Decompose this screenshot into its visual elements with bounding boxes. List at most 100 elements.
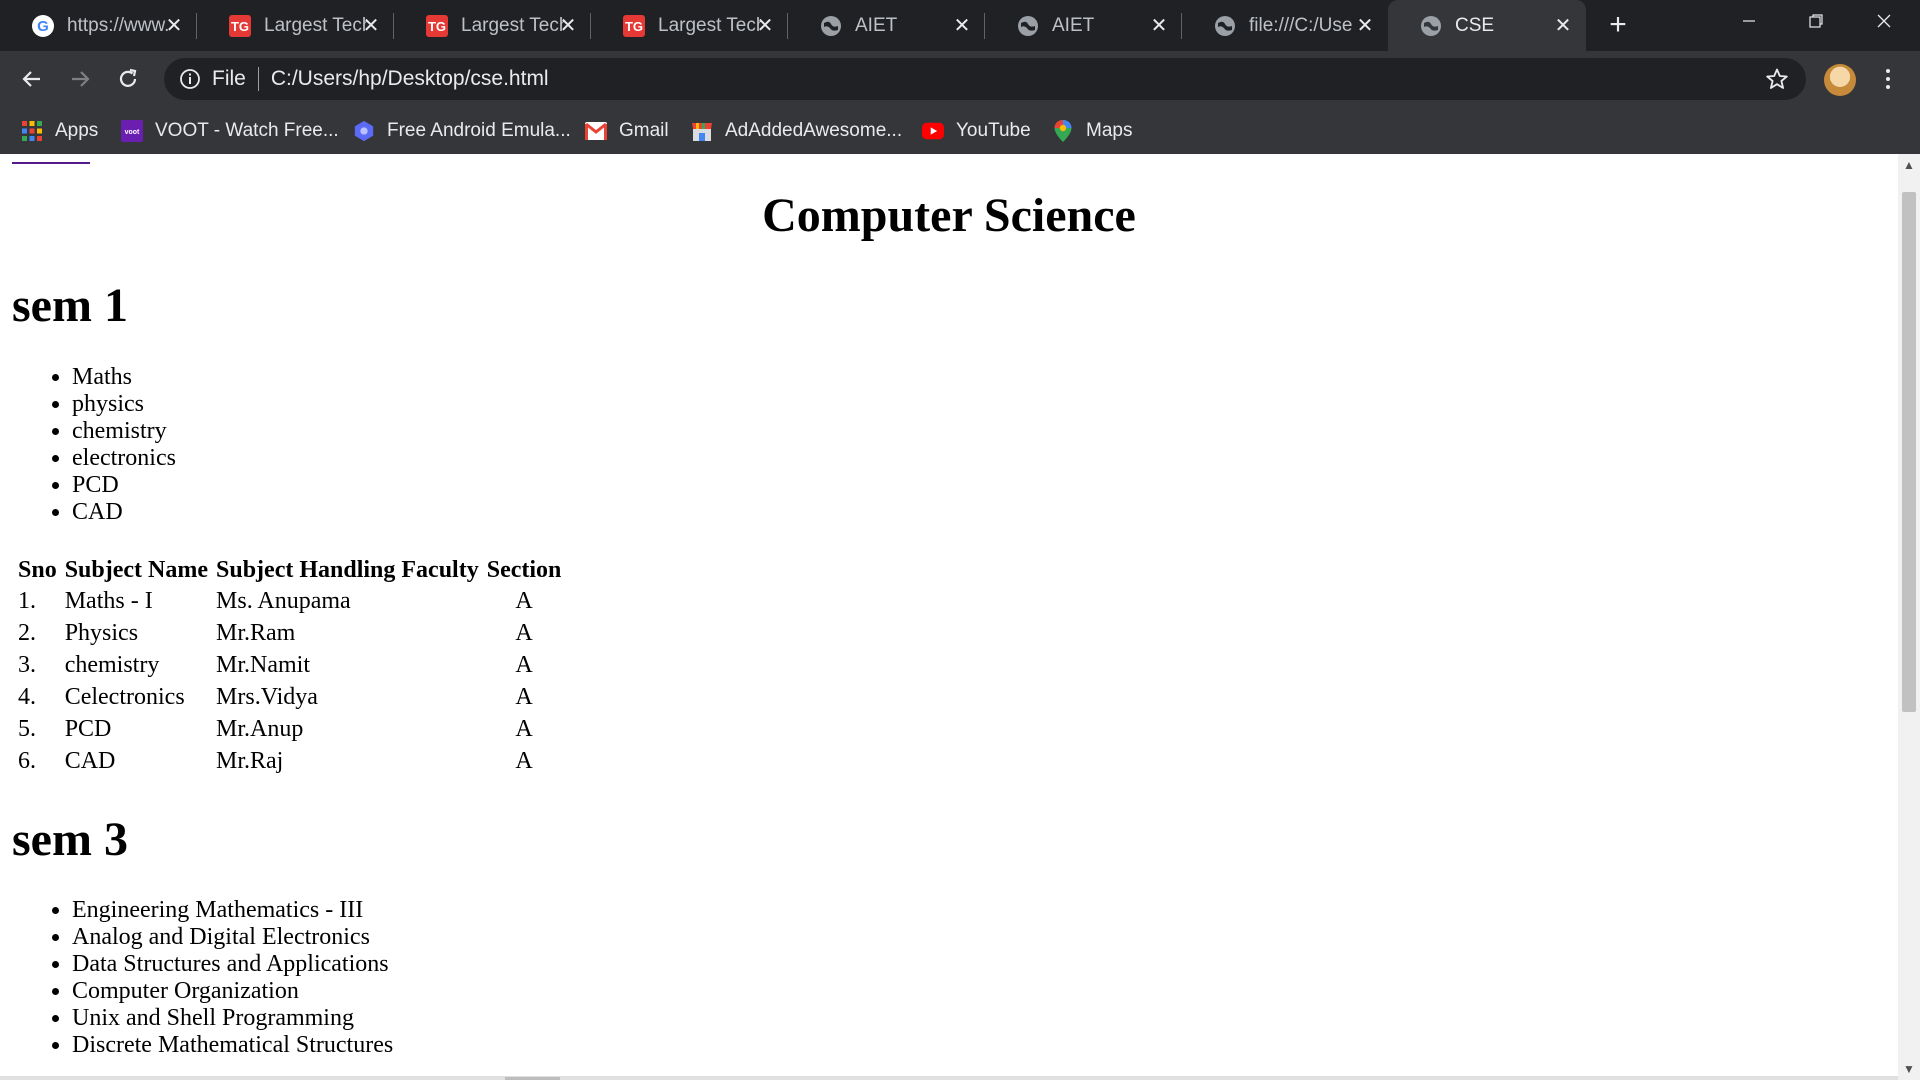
bookmark-youtube[interactable]: YouTube [922,117,1031,145]
list-item: electronics [72,445,176,472]
table-row: 1. Maths - I Ms. Anupama A [16,585,563,617]
svg-text:TG: TG [231,19,249,34]
table-row: 2. Physics Mr.Ram A [16,617,563,649]
list-item: Maths [72,364,176,391]
scroll-up-arrow-icon[interactable]: ▲ [1898,154,1920,176]
svg-text:G: G [37,18,49,35]
maps-icon [1052,120,1074,142]
emulator-icon [353,120,375,142]
tab-title: Largest Tech [264,14,368,36]
bookmark-label: Apps [55,120,99,141]
table-row: 6. CAD Mr.Raj A [16,745,563,777]
table-cell: 4. [18,683,36,710]
horizontal-scrollbar[interactable] [0,1076,1898,1080]
table-cell: Maths - I [64,587,153,614]
table-cell: 5. [18,715,36,742]
google-icon: G [31,14,55,38]
minimize-button[interactable] [1718,0,1780,42]
list-item: Analog and Digital Electronics [72,924,393,951]
info-icon[interactable] [178,67,202,91]
globe-icon [1213,14,1237,38]
column-header: Subject Name [64,556,209,583]
tab-7[interactable]: file:///C:/Use ✕ [1182,0,1388,51]
table-cell: Mrs.Vidya [216,683,318,710]
table-header-row: Sno Subject Name Subject Handling Facult… [16,555,563,585]
list-item: Computer Organization [72,978,393,1005]
bookmark-apps[interactable]: Apps [21,117,98,145]
tg-logo-icon: TG [228,14,252,38]
vertical-scrollbar[interactable]: ▲ ▼ [1898,154,1920,1080]
tab-title: AIET [1052,14,1095,36]
forward-button[interactable] [64,63,96,95]
bookmark-label: VOOT - Watch Free... [155,120,339,141]
close-window-button[interactable] [1853,0,1915,42]
table-row: 5. PCD Mr.Anup A [16,713,563,745]
table-cell: 2. [18,619,36,646]
table-cell: Mr.Anup [216,715,304,742]
bookmark-label: YouTube [956,120,1031,141]
bookmark-adadded[interactable]: AdAddedAwesome... [691,117,902,145]
close-tab-icon[interactable]: ✕ [951,14,973,37]
close-tab-icon[interactable]: ✕ [1148,14,1170,37]
url-text[interactable]: C:/Users/hp/Desktop/cse.html [271,67,549,91]
tab-4[interactable]: TG Largest Tech ✕ [591,0,788,51]
reload-button[interactable] [112,63,144,95]
menu-dots-icon[interactable] [1878,63,1898,95]
list-item: PCD [72,472,176,499]
new-tab-button[interactable]: + [1604,10,1632,40]
column-header: Section [486,556,562,583]
close-icon [1877,14,1891,28]
tab-strip: G https://www. ✕ TG Largest Tech ✕ TG La… [0,0,1920,51]
scroll-down-arrow-icon[interactable]: ▼ [1898,1058,1920,1080]
table-cell: A [515,619,533,646]
voot-icon: voot [121,120,143,142]
globe-icon [1016,14,1040,38]
bookmark-emulator[interactable]: Free Android Emula... [353,117,571,145]
table-cell: Mr.Namit [216,651,311,678]
scrollbar-thumb[interactable] [1902,192,1916,712]
table-cell: Celectronics [64,683,185,710]
address-bar[interactable]: File C:/Users/hp/Desktop/cse.html [164,58,1806,100]
tab-title: CSE [1455,14,1495,36]
tab-8-active[interactable]: CSE ✕ [1388,0,1586,51]
sem1-heading: sem 1 [12,279,128,332]
back-button[interactable] [16,63,48,95]
cut-off-link[interactable]: ​ [12,154,90,167]
tab-title: AIET [855,14,898,36]
sem3-subject-list: Engineering Mathematics - III Analog and… [72,897,393,1059]
restore-button[interactable] [1785,0,1847,42]
bookmark-label: Free Android Emula... [387,120,571,141]
table-cell: 1. [18,587,36,614]
tg-logo-icon: TG [425,14,449,38]
tab-3[interactable]: TG Largest Tech ✕ [394,0,591,51]
bookmark-gmail[interactable]: Gmail [585,117,669,145]
list-item: Engineering Mathematics - III [72,897,393,924]
profile-avatar[interactable] [1824,64,1856,96]
column-header: Subject Handling Faculty [216,556,479,583]
tab-2[interactable]: TG Largest Tech ✕ [197,0,394,51]
table-cell: PCD [64,715,112,742]
table-cell: Mr.Raj [216,747,284,774]
reload-icon [119,68,137,87]
close-tab-icon[interactable]: ✕ [360,14,382,37]
table-cell: 6. [18,747,36,774]
apps-grid-icon [21,120,43,142]
bookmark-star-icon[interactable] [1764,66,1790,92]
close-tab-icon[interactable]: ✕ [1354,14,1376,37]
bookmark-label: Gmail [619,120,669,141]
restore-icon [1809,14,1823,28]
close-tab-icon[interactable]: ✕ [754,14,776,37]
bookmark-maps[interactable]: Maps [1052,117,1132,145]
minimize-icon [1743,20,1755,22]
bookmark-voot[interactable]: voot VOOT - Watch Free... [121,117,339,145]
tab-6[interactable]: AIET ✕ [985,0,1182,51]
tab-1[interactable]: G https://www. ✕ [0,0,197,51]
gmail-icon [585,120,607,142]
table-cell: A [515,715,533,742]
close-tab-icon[interactable]: ✕ [557,14,579,37]
close-tab-icon[interactable]: ✕ [1552,14,1574,37]
close-tab-icon[interactable]: ✕ [163,14,185,37]
forward-arrow-icon [72,71,90,87]
list-item: Unix and Shell Programming [72,1005,393,1032]
tab-5[interactable]: AIET ✕ [788,0,985,51]
